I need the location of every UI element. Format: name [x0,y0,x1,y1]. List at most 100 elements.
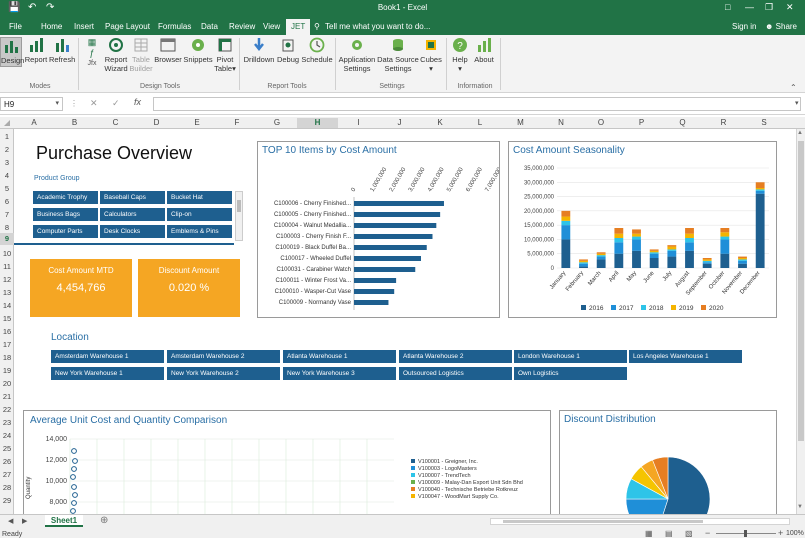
row-3[interactable]: 3 [0,158,14,167]
slicer-item-location[interactable]: New York Warehouse 1 [51,367,164,380]
row-6[interactable]: 6 [0,197,14,206]
scroll-thumb[interactable] [798,141,804,441]
cancel-icon[interactable]: ✕ [90,98,98,109]
column-p[interactable]: P [621,118,662,127]
close-icon[interactable]: ✕ [786,2,794,13]
sheet-nav-next-icon[interactable]: ▶ [22,517,27,525]
row-9[interactable]: 9 [0,233,14,245]
pivot-table-button[interactable]: Pivot Table▾ [214,37,236,73]
slicer-item-product[interactable]: Emblems & Pins [167,225,232,238]
slicer-item-location[interactable]: London Warehouse 1 [514,350,627,363]
row-16[interactable]: 16 [0,327,14,336]
slicer-item-location[interactable]: Amsterdam Warehouse 1 [51,350,164,363]
column-b[interactable]: B [54,118,95,127]
row-15[interactable]: 15 [0,314,14,323]
row-29[interactable]: 29 [0,496,14,505]
row-14[interactable]: 14 [0,301,14,310]
tab-review[interactable]: Review [229,22,255,31]
ribbon-options-icon[interactable]: □ [725,2,730,12]
row-5[interactable]: 5 [0,184,14,193]
schedule-button[interactable]: Schedule [300,37,334,64]
column-m[interactable]: M [500,118,541,127]
hscroll-thumb[interactable] [503,520,703,523]
column-a[interactable]: A [14,118,54,127]
slicer-item-product[interactable]: Academic Trophy [33,191,98,204]
name-box[interactable]: H9 ▾ [0,97,63,111]
slicer-item-product[interactable]: Desk Clocks [100,225,165,238]
slicer-item-product[interactable]: Business Bags [33,208,98,221]
restore-icon[interactable]: ❐ [765,2,773,13]
scroll-up-icon[interactable]: ▲ [797,130,803,136]
column-e[interactable]: E [177,118,217,127]
tab-formulas[interactable]: Formulas [158,22,191,31]
column-s[interactable]: S [744,118,784,127]
slicer-item-product[interactable]: Clip-on [167,208,232,221]
refresh-button[interactable]: Refresh [49,37,75,64]
column-c[interactable]: C [95,118,136,127]
report-wizard-button[interactable]: Report Wizard [102,37,130,73]
row-1[interactable]: 1 [0,132,14,141]
report-button[interactable]: Report [24,37,48,64]
row-26[interactable]: 26 [0,457,14,466]
row-11[interactable]: 11 [0,262,14,271]
row-2[interactable]: 2 [0,145,14,154]
row-10[interactable]: 10 [0,249,14,258]
tab-home[interactable]: Home [41,22,62,31]
zoom-level[interactable]: 100% [786,530,804,537]
slicer-item-location[interactable]: Amsterdam Warehouse 2 [167,350,280,363]
page-layout-view-icon[interactable]: ▤ [665,529,673,538]
help-button[interactable]: ? Help ▾ [450,37,470,73]
select-all-icon[interactable] [4,120,10,126]
row-25[interactable]: 25 [0,444,14,453]
slicer-item-location[interactable]: Atlanta Warehouse 2 [399,350,512,363]
slicer-item-product[interactable]: Computer Parts [33,225,98,238]
browser-button[interactable]: Browser [154,37,182,64]
slicer-item-product[interactable]: Calculators [100,208,165,221]
column-h[interactable]: H [297,118,338,128]
vertical-scrollbar[interactable]: ▲ ▼ [796,129,805,514]
slicer-item-product[interactable]: Baseball Caps [100,191,165,204]
zoom-slider-thumb[interactable] [744,530,747,537]
column-r[interactable]: R [703,118,744,127]
row-8[interactable]: 8 [0,223,14,232]
slicer-item-location[interactable]: New York Warehouse 2 [167,367,280,380]
row-24[interactable]: 24 [0,431,14,440]
drilldown-button[interactable]: Drilldown [242,37,276,64]
sheet-grid[interactable]: Purchase Overview Product Group Academic… [14,129,796,514]
column-l[interactable]: L [460,118,500,127]
tell-me-input[interactable]: Tell me what you want to do... [325,22,430,31]
row-27[interactable]: 27 [0,470,14,479]
row-21[interactable]: 21 [0,392,14,401]
column-f[interactable]: F [217,118,257,127]
row-23[interactable]: 23 [0,418,14,427]
add-sheet-icon[interactable]: ⊕ [100,515,108,526]
row-20[interactable]: 20 [0,379,14,388]
cubes-button[interactable]: Cubes ▾ [419,37,443,73]
sheet-nav-prev-icon[interactable]: ◀ [8,517,13,525]
tab-file[interactable]: File [9,22,22,31]
formula-input[interactable] [153,97,801,111]
slicer-item-location[interactable]: Atlanta Warehouse 1 [283,350,396,363]
normal-view-icon[interactable]: ▦ [645,529,653,538]
about-button[interactable]: About [472,37,496,64]
application-settings-button[interactable]: Application Settings [337,37,377,73]
slicer-scroll-thumb[interactable] [237,200,241,212]
horizontal-scrollbar[interactable] [490,518,790,525]
collapse-ribbon-icon[interactable]: ⌃ [790,83,797,92]
slicer-item-location[interactable]: Los Angeles Warehouse 1 [629,350,742,363]
row-18[interactable]: 18 [0,353,14,362]
design-button[interactable]: Design [0,37,24,67]
column-g[interactable]: G [257,118,297,127]
slicer-item-location[interactable]: Own Logistics [514,367,627,380]
avgcost-chart-panel[interactable]: Average Unit Cost and Quantity Compariso… [23,410,551,514]
column-j[interactable]: J [379,118,420,127]
slicer-item-product[interactable]: Bucket Hat [167,191,232,204]
debug-button[interactable]: Debug [276,37,300,64]
sign-in-link[interactable]: Sign in [732,22,756,31]
share-button[interactable]: ☻ Share [765,22,797,31]
zoom-in-icon[interactable]: + [778,528,783,538]
discount-chart-panel[interactable]: Discount Distribution [559,410,777,514]
top10-chart-panel[interactable]: TOP 10 Items by Cost Amount 0 1,000,000 2,… [257,141,500,318]
row-13[interactable]: 13 [0,288,14,297]
table-builder-button[interactable]: Table Builder [128,37,154,73]
